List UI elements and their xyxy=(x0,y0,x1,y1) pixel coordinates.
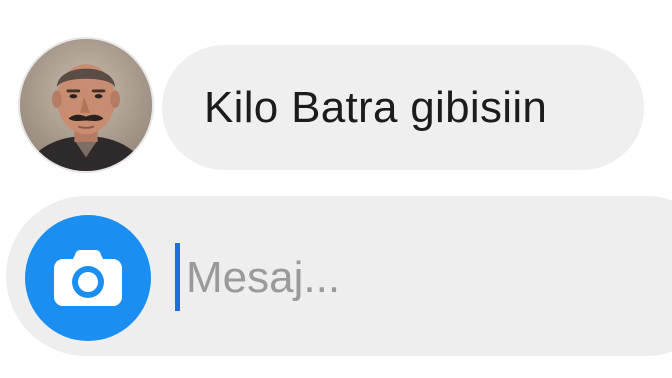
avatar[interactable] xyxy=(18,37,154,173)
message-input[interactable] xyxy=(176,240,666,316)
camera-button[interactable] xyxy=(25,215,151,341)
message-text: Kilo Batra gibisiin xyxy=(204,82,548,132)
chat-screen: Kilo Batra gibisiin xyxy=(0,0,672,378)
camera-icon xyxy=(54,250,122,306)
message-bubble[interactable]: Kilo Batra gibisiin xyxy=(162,45,644,170)
contact-photo-icon xyxy=(20,39,152,171)
text-caret xyxy=(175,243,180,311)
